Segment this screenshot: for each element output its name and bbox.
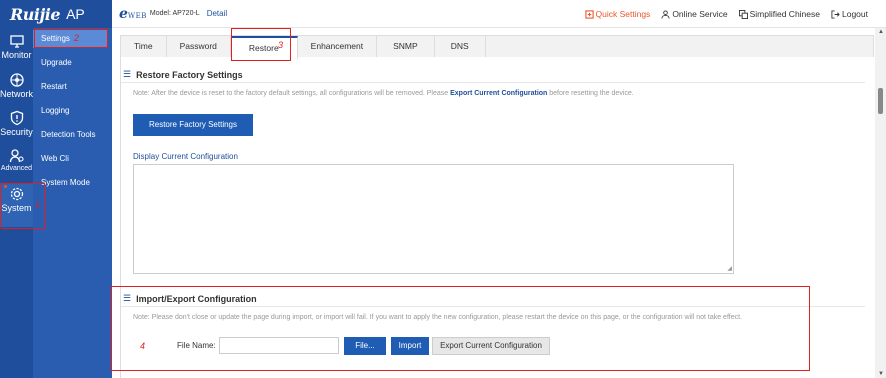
subnav-item-web-cli[interactable]: Web Cli [41,154,69,163]
online-service-link[interactable]: Online Service [661,9,728,19]
language-label: Simplified Chinese [749,9,820,19]
eweb-logo-text: WEB [127,11,147,20]
tab-enhancement[interactable]: Enhancement [298,36,378,57]
resize-handle-icon[interactable]: ◢ [727,265,732,272]
subnav-item-detection-tools[interactable]: Detection Tools [41,130,96,139]
rail-monitor[interactable]: Monitor [0,33,33,60]
config-textarea[interactable]: ◢ [133,164,734,274]
rail-advanced[interactable]: Advanced [0,148,33,172]
rail-network[interactable]: Network [0,72,33,99]
brand-logo: Ruijie AP [0,0,112,28]
scroll-up-icon[interactable]: ▲ [878,29,884,35]
quick-settings-label: Quick Settings [595,9,651,19]
annotation-number-3: 3 [278,40,284,50]
page-scrollbar[interactable]: ▲ ▼ [875,28,886,378]
online-service-label: Online Service [672,9,728,19]
section-menu-icon: ☰ [123,69,132,79]
export-config-link[interactable]: Export Current Configuration [450,90,547,97]
restore-title-text: Restore Factory Settings [136,69,243,80]
header-actions: Quick Settings Online Service Simplified… [584,9,868,19]
tab-snmp[interactable]: SNMP [377,36,435,57]
shield-icon [10,110,23,126]
advanced-icon [9,149,24,163]
model-label: Model: AP720-L [149,10,200,17]
subnav-item-restart[interactable]: Restart [41,82,67,91]
logout-label: Logout [842,9,868,19]
restore-note-text: Note: After the device is reset to the f… [133,90,451,97]
network-icon [9,73,24,87]
restore-factory-button[interactable]: Restore Factory Settings [133,114,253,136]
quick-settings-link[interactable]: Quick Settings [584,9,651,19]
tab-dns[interactable]: DNS [435,36,486,57]
annotation-number-1: 1 [35,200,41,210]
eweb-logo: eWEB [119,6,147,22]
annotation-box-settings [34,28,108,48]
rail-security-label: Security [0,127,33,137]
section-divider [121,82,865,83]
restore-note: Note: After the device is reset to the f… [133,90,634,97]
tab-password[interactable]: Password [167,36,231,57]
logout-icon [831,9,840,19]
quick-settings-icon [584,9,594,19]
product-label: AP [66,6,85,22]
person-icon [661,9,670,19]
annotation-number-2: 2 [74,33,80,43]
subnav-item-upgrade[interactable]: Upgrade [41,58,72,67]
rail-advanced-label: Advanced [0,165,33,172]
logout-link[interactable]: Logout [831,9,868,19]
subnav-item-system-mode[interactable]: System Mode [41,178,90,187]
restore-section-title: ☰ Restore Factory Settings [123,69,243,80]
language-icon [738,9,748,19]
annotation-number-4: 4 [140,341,146,351]
rail-monitor-label: Monitor [1,50,32,60]
rail-network-label: Network [0,89,34,99]
monitor-icon [9,35,24,48]
subnav-item-logging[interactable]: Logging [41,106,69,115]
restore-note-tail: before resetting the device. [547,90,634,97]
scroll-down-icon[interactable]: ▼ [878,371,884,377]
detail-link[interactable]: Detail [207,9,227,18]
scroll-thumb[interactable] [878,88,883,114]
display-config-label: Display Current Configuration [133,152,238,161]
tab-time[interactable]: Time [121,36,167,57]
app-root: Ruijie AP Monitor Network Security Advan… [0,0,886,378]
ruijie-logo: Ruijie [10,4,61,24]
rail-security[interactable]: Security [0,110,33,137]
top-bar: eWEB Model: AP720-L Detail Quick Setting… [112,0,886,28]
language-link[interactable]: Simplified Chinese [738,9,820,19]
annotation-box-import-export [111,286,810,371]
eweb-logo-e: e [119,5,128,22]
